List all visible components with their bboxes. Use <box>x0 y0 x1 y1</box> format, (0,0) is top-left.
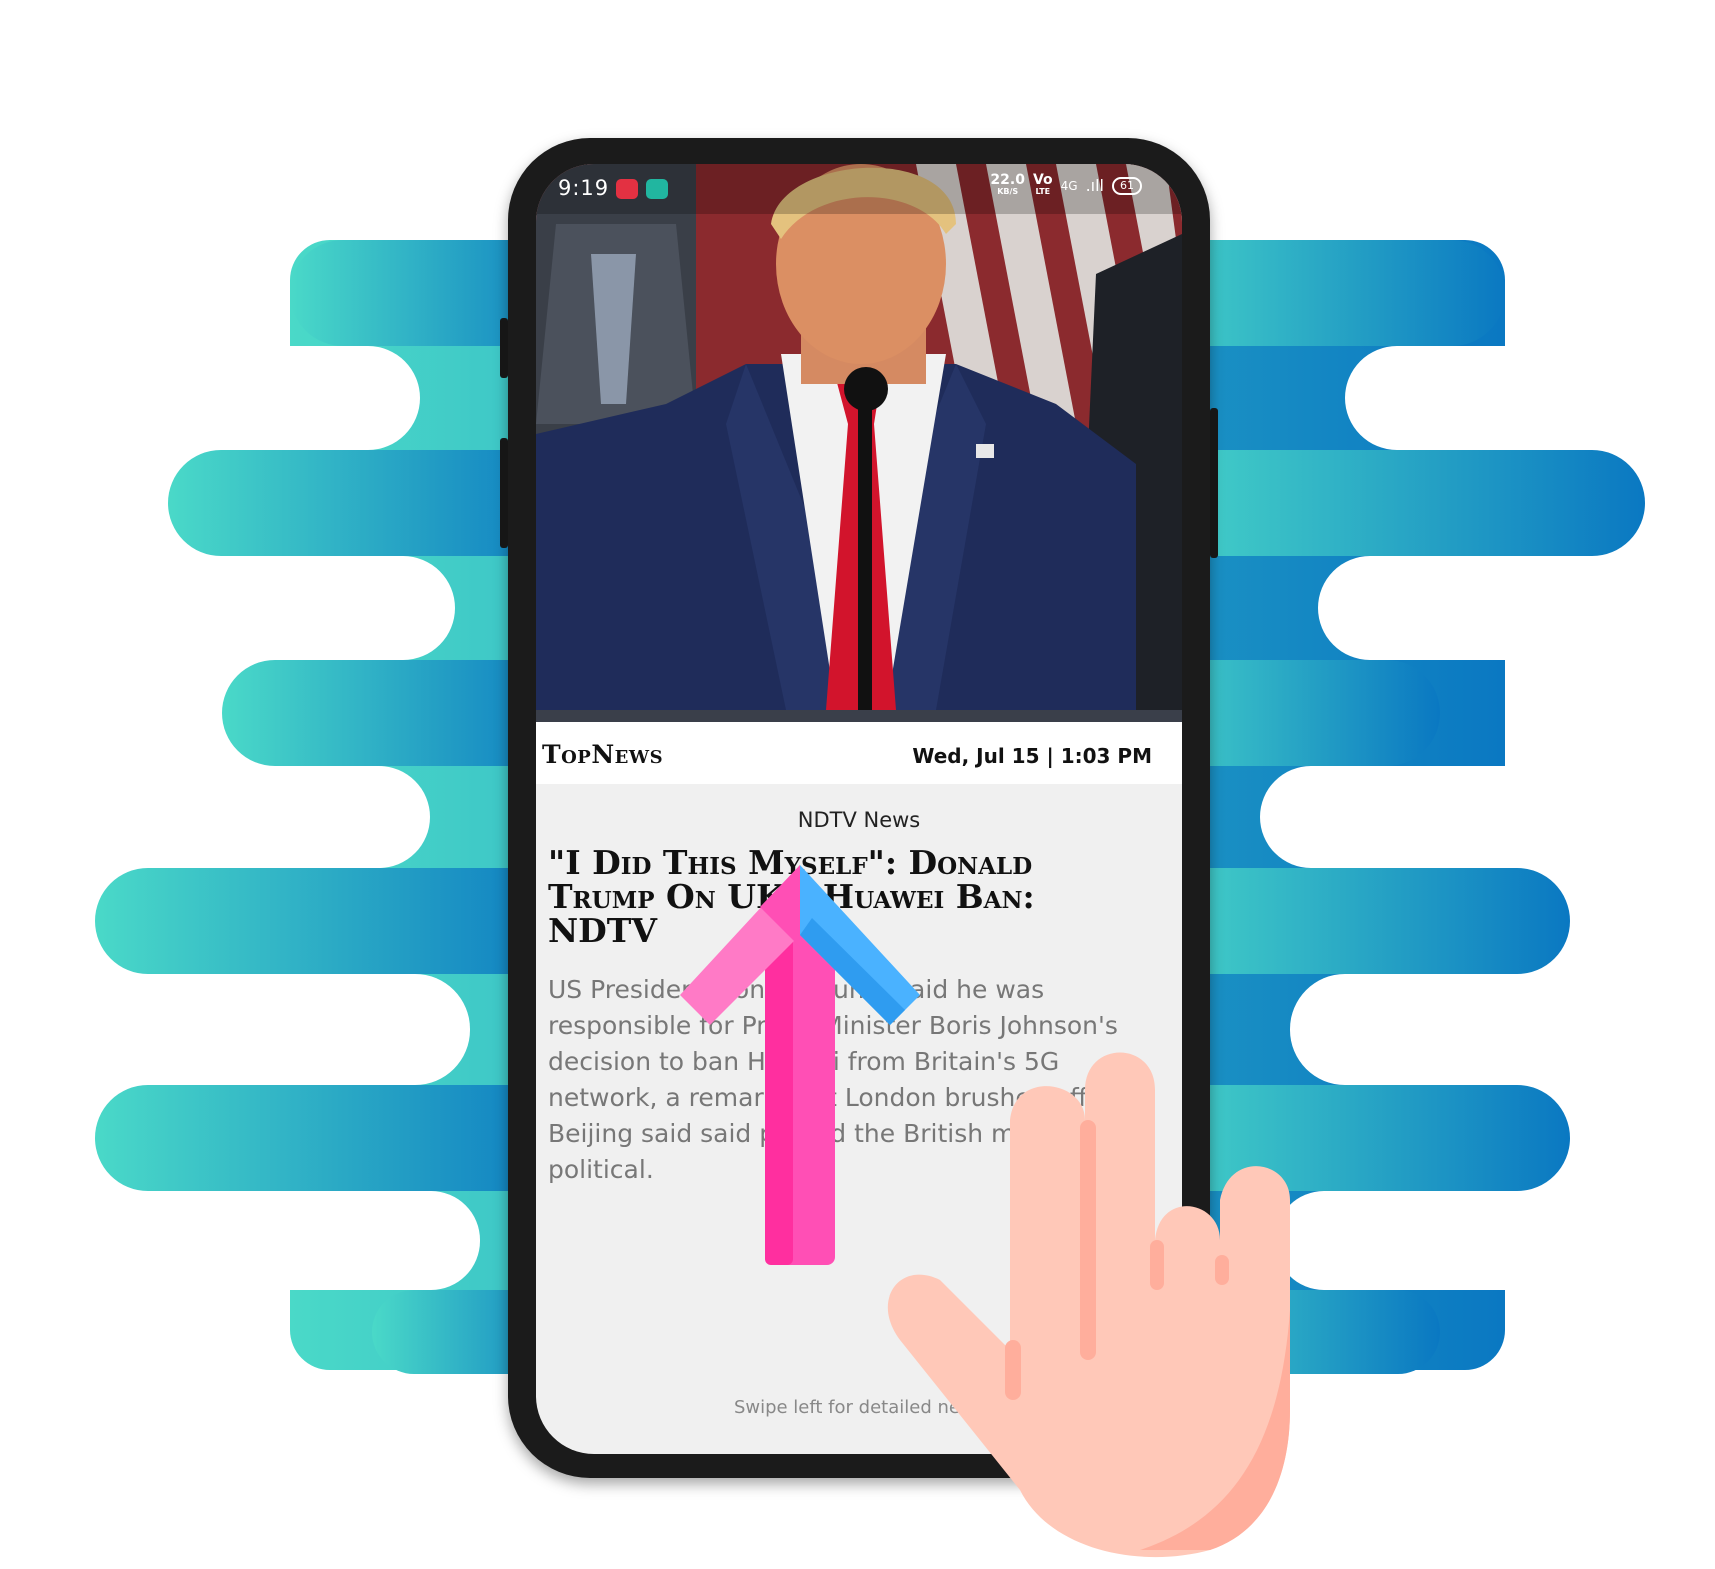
screen-record-icon <box>616 179 638 199</box>
battery-icon: 61 <box>1112 177 1142 195</box>
status-bar: 9:19 22.0 KB/S Vo LTE 4G .ıll 61 <box>536 164 1182 214</box>
photo-bottom-bar <box>536 710 1182 722</box>
status-right-group: 22.0 KB/S Vo LTE 4G .ıll 61 <box>990 172 1142 197</box>
network-type-indicator: 4G <box>1060 179 1078 193</box>
phone-volume-button <box>500 438 508 548</box>
status-time: 9:19 <box>558 176 610 200</box>
header-datetime: Wed, Jul 15 | 1:03 PM <box>912 744 1152 768</box>
phone-volume-button <box>500 318 508 378</box>
app-brand: TopNews <box>542 740 664 769</box>
article-photo[interactable] <box>536 164 1182 710</box>
app-header: TopNews Wed, Jul 15 | 1:03 PM <box>536 722 1182 784</box>
phone-power-button <box>1210 408 1218 558</box>
article-source: NDTV News <box>797 808 921 832</box>
net-speed-indicator: 22.0 KB/S <box>990 172 1025 196</box>
signal-icon: .ıll <box>1085 176 1104 195</box>
two-finger-hand-icon <box>887 1052 1290 1558</box>
chat-bubble-icon <box>646 179 668 199</box>
volte-indicator: Vo LTE <box>1032 172 1053 196</box>
